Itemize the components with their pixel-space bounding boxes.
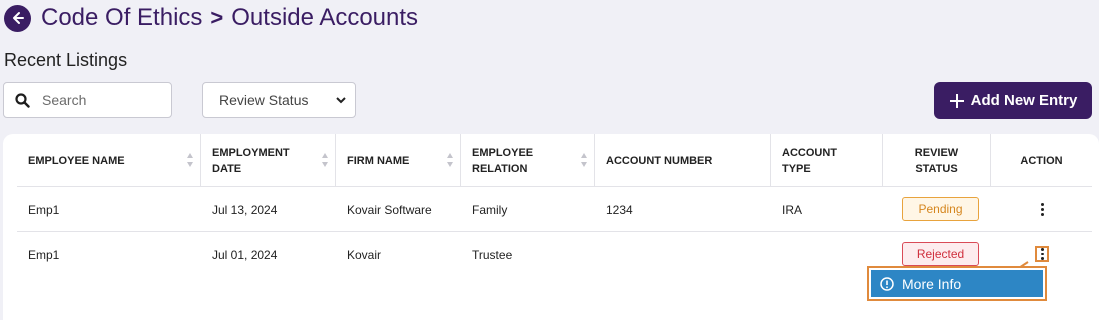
column-header-employment-date[interactable]: EMPLOYMENT DATE [201,134,336,187]
cell-employee-name: Emp1 [28,247,60,262]
cell-firm-name: Kovair [347,247,382,262]
column-header-account-number[interactable]: ACCOUNT NUMBER [595,134,771,187]
column-header-employee-relation[interactable]: EMPLOYEE RELATION [461,134,595,187]
chevron-down-icon [336,96,346,103]
cell-employee-relation: Family [472,202,508,217]
kebab-dot [1040,248,1044,251]
column-header-employee-name[interactable]: EMPLOYEE NAME [17,134,201,187]
plus-icon [949,93,964,108]
review-status-select[interactable]: Review Status [202,82,356,118]
breadcrumb-current: Outside Accounts [231,4,419,31]
search-box[interactable] [3,82,172,118]
cell-employment-date: Jul 01, 2024 [212,247,278,262]
search-icon [15,92,30,108]
breadcrumb-parent[interactable]: Code Of Ethics [41,4,202,32]
row-actions-button[interactable] [1035,201,1049,217]
cell-account-number [595,232,606,277]
add-new-entry-label: Add New Entry [970,92,1078,109]
column-header-account-type[interactable]: ACCOUNT TYPE [771,134,883,187]
table-row: Emp1 Jul 13, 2024 Kovair Software Family… [17,187,1092,232]
add-new-entry-button[interactable]: Add New Entry [934,82,1092,119]
breadcrumb-separator: > [210,5,224,30]
status-badge: Rejected [902,242,979,266]
kebab-dot [1040,257,1044,261]
kebab-dot [1040,202,1044,206]
page-header: Code Of Ethics > Outside Accounts [4,2,418,34]
kebab-dot [1040,207,1044,211]
column-header-action: ACTION [1020,154,1063,167]
column-header-review-status[interactable]: REVIEW STATUS [883,134,991,187]
table-header: EMPLOYEE NAME EMPLOYMENT DATE FIRM NAME E… [17,134,1092,187]
status-badge: Pending [902,197,979,221]
row-action-menu: More Info [867,266,1047,301]
sort-icon [322,153,328,167]
sort-icon [581,153,587,167]
cell-employment-date: Jul 13, 2024 [212,202,278,217]
cell-account-type: IRA [782,202,803,217]
row-actions-button[interactable] [1035,246,1049,262]
cell-employee-relation: Trustee [472,247,513,262]
section-title: Recent Listings [4,50,128,70]
menu-item-label: More Info [902,275,962,292]
cell-employee-name: Emp1 [28,202,60,217]
menu-item-more-info[interactable]: More Info [871,270,1043,297]
info-circle-icon [880,276,894,291]
column-header-firm-name[interactable]: FIRM NAME [336,134,461,187]
cell-account-type [771,232,782,277]
back-button[interactable] [4,4,31,32]
arrow-left-icon [12,12,24,24]
search-input[interactable] [42,92,152,108]
sort-icon [447,153,453,167]
kebab-dot [1040,212,1044,216]
breadcrumb: Code Of Ethics > Outside Accounts [41,4,418,32]
cell-firm-name: Kovair Software [347,202,432,217]
sort-icon [187,153,193,167]
kebab-dot [1040,252,1044,256]
cell-account-number: 1234 [606,202,633,217]
review-status-select-value: Review Status [219,92,309,108]
